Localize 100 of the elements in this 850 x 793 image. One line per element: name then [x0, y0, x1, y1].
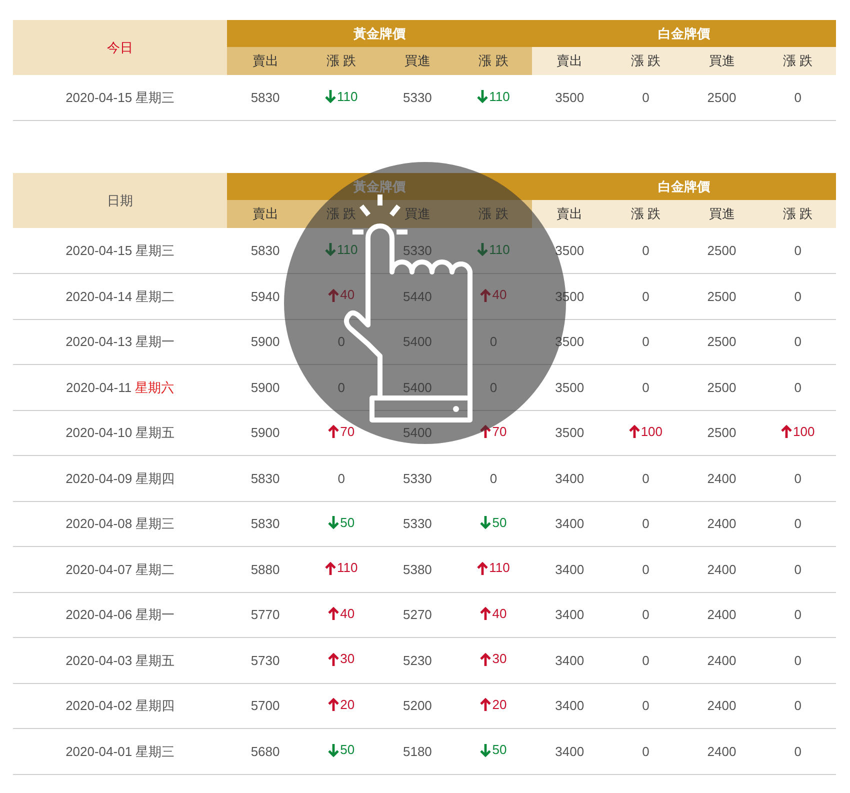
- change-text: 0: [794, 90, 802, 105]
- change-text: 50: [492, 514, 507, 532]
- change-text: 0: [642, 90, 650, 105]
- arrow-up-icon: [328, 652, 340, 666]
- column-header: 漲 跌: [608, 200, 684, 228]
- weekday-text: 星期一: [136, 334, 175, 349]
- date-text: 2020-04-08: [66, 516, 132, 531]
- change-text: 110: [489, 240, 510, 259]
- column-header: 漲 跌: [303, 47, 380, 75]
- price-text: 5400: [402, 425, 432, 440]
- column-header: 漲 跌: [455, 200, 532, 228]
- column-header: 漲 跌: [760, 47, 836, 75]
- weekday-text: 星期二: [136, 562, 175, 576]
- arrow-up-icon: [628, 425, 640, 438]
- price-text: 5830: [250, 470, 280, 486]
- column-header: 賣出: [532, 47, 608, 75]
- arrow-down-icon: [477, 90, 488, 103]
- arrow-up-icon: [325, 562, 336, 575]
- change-text: 40: [492, 286, 507, 304]
- date-header: 日期: [13, 173, 228, 228]
- change-text: 0: [642, 744, 650, 758]
- group-header: 黃金牌價: [227, 20, 532, 47]
- price-text: 2500: [707, 380, 736, 394]
- price-text: 3500: [555, 380, 584, 394]
- change-text: 110: [337, 88, 358, 106]
- price-text: 2400: [707, 744, 736, 758]
- change-text: 0: [794, 470, 802, 486]
- change-text: 0: [794, 288, 802, 304]
- price-text: 2500: [707, 242, 736, 258]
- price-text: 3500: [555, 242, 584, 258]
- price-text: 3400: [555, 470, 584, 486]
- price-text: 3400: [555, 562, 584, 576]
- price-text: 5730: [250, 652, 280, 668]
- change-text: 110: [489, 88, 510, 106]
- date-text: 2020-04-13: [66, 334, 132, 349]
- column-header: 買進: [684, 47, 760, 75]
- price-text: 5230: [402, 652, 432, 668]
- arrow-down-icon: [325, 90, 336, 103]
- price-text: 2400: [707, 698, 736, 713]
- weekday-text: 星期四: [136, 698, 175, 713]
- change-text: 0: [490, 470, 498, 486]
- price-text: 3400: [555, 652, 584, 668]
- price-text: 5380: [402, 562, 432, 576]
- date-header: 今日: [13, 20, 228, 75]
- change-text: 110: [489, 559, 510, 578]
- change-text: 0: [642, 562, 650, 576]
- arrow-up-icon: [480, 425, 492, 438]
- price-text: 5830: [250, 516, 280, 531]
- change-text: 70: [492, 422, 507, 441]
- date-text: 2020-04-10: [66, 425, 132, 440]
- change-text: 0: [490, 380, 498, 394]
- column-header: 漲 跌: [455, 47, 532, 75]
- price-text: 2500: [707, 425, 736, 440]
- price-text: 2400: [707, 607, 736, 622]
- arrow-down-icon: [325, 242, 336, 256]
- date-text: 2020-04-09: [66, 470, 132, 486]
- column-header: 漲 跌: [760, 200, 836, 228]
- change-text: 0: [794, 242, 802, 258]
- group-header: 黃金牌價: [227, 173, 532, 200]
- price-text: 5830: [250, 242, 280, 258]
- price-text: 5180: [402, 744, 432, 758]
- price-text: 3500: [555, 425, 584, 440]
- change-text: 0: [642, 698, 650, 713]
- price-text: 2500: [707, 334, 736, 349]
- arrow-up-icon: [480, 607, 492, 620]
- arrow-down-icon: [328, 744, 340, 757]
- price-text: 2400: [707, 562, 736, 576]
- change-text: 30: [492, 650, 507, 668]
- column-header: 買進: [684, 200, 760, 228]
- weekday-text: 星期一: [136, 607, 175, 622]
- arrow-down-icon: [480, 744, 492, 757]
- price-text: 5440: [402, 288, 432, 304]
- column-header: 漲 跌: [303, 200, 380, 228]
- price-text: 5270: [402, 607, 432, 622]
- price-text: 5900: [250, 380, 280, 394]
- date-text: 2020-04-15: [66, 242, 132, 258]
- arrow-up-icon: [477, 562, 488, 575]
- change-text: 0: [794, 744, 802, 758]
- column-header: 買進: [379, 47, 456, 75]
- change-text: 20: [492, 696, 507, 714]
- price-text: 5200: [402, 698, 432, 713]
- price-text: 3400: [555, 607, 584, 622]
- change-text: 0: [794, 698, 802, 713]
- arrow-up-icon: [480, 288, 492, 302]
- change-text: 0: [338, 380, 345, 394]
- change-text: 0: [642, 470, 650, 486]
- price-text: 3500: [555, 90, 584, 105]
- price-text: 3400: [555, 744, 584, 758]
- price-text: 5770: [250, 607, 280, 622]
- change-text: 40: [340, 604, 355, 623]
- price-text: 5830: [250, 90, 280, 105]
- change-text: 0: [794, 607, 802, 622]
- price-text: 5330: [402, 242, 432, 258]
- date-text: 2020-04-03: [66, 652, 132, 668]
- weekday-text: 星期三: [136, 516, 175, 531]
- weekday-text: 星期五: [136, 652, 175, 668]
- column-header: 賣出: [227, 47, 304, 75]
- arrow-up-icon: [328, 425, 340, 438]
- change-text: 20: [340, 696, 355, 714]
- weekday-text: 星期五: [136, 425, 175, 440]
